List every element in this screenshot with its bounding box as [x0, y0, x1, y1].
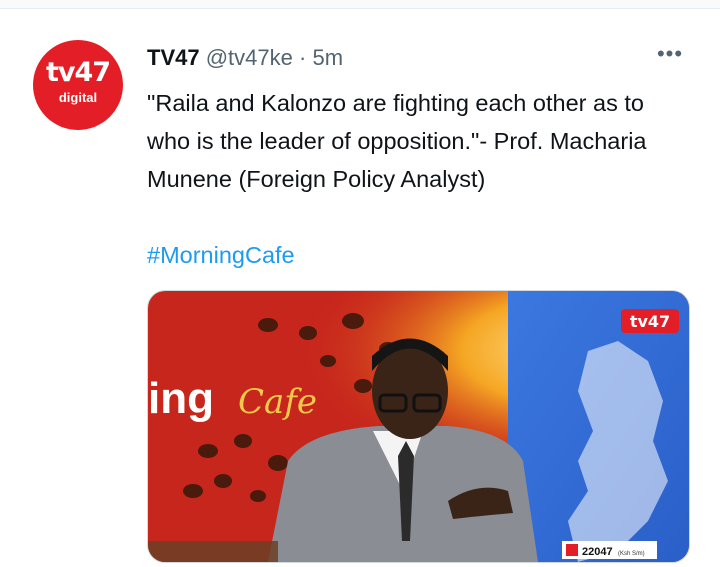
- desk-edge: [148, 541, 278, 562]
- avatar[interactable]: tv47 digital: [33, 40, 123, 130]
- studio-logo-text: ing: [148, 374, 214, 423]
- avatar-logo-subtext: digital: [58, 90, 98, 105]
- studio-photo: ing Cafe tv47 22047 (Ksh S/m): [148, 291, 689, 562]
- ticker-unit: (Ksh S/m): [618, 551, 645, 557]
- display-name[interactable]: TV47: [147, 45, 200, 70]
- top-divider: [0, 0, 720, 9]
- channel-logo-badge: tv47: [621, 309, 679, 333]
- user-handle[interactable]: @tv47ke: [206, 45, 293, 70]
- tweet-header: TV47 @tv47ke · 5m: [147, 45, 343, 75]
- tweet-text: "Raila and Kalonzo are fighting each oth…: [147, 90, 647, 192]
- channel-logo-text: tv47: [630, 312, 670, 331]
- studio-logo-cafe: Cafe: [238, 382, 317, 422]
- ticker-value: 22047: [582, 546, 613, 558]
- tweet-media-image[interactable]: ing Cafe tv47 22047 (Ksh S/m): [147, 290, 690, 563]
- more-options-icon[interactable]: •••: [653, 43, 687, 65]
- timestamp[interactable]: 5m: [312, 45, 343, 70]
- ticker-box: 22047 (Ksh S/m): [562, 541, 657, 559]
- avatar-logo-text: tv47: [45, 57, 111, 88]
- hashtag-link[interactable]: #MorningCafe: [147, 236, 295, 274]
- separator-dot: ·: [299, 45, 307, 70]
- tweet-card[interactable]: tv47 digital TV47 @tv47ke · 5m ••• "Rail…: [0, 9, 720, 567]
